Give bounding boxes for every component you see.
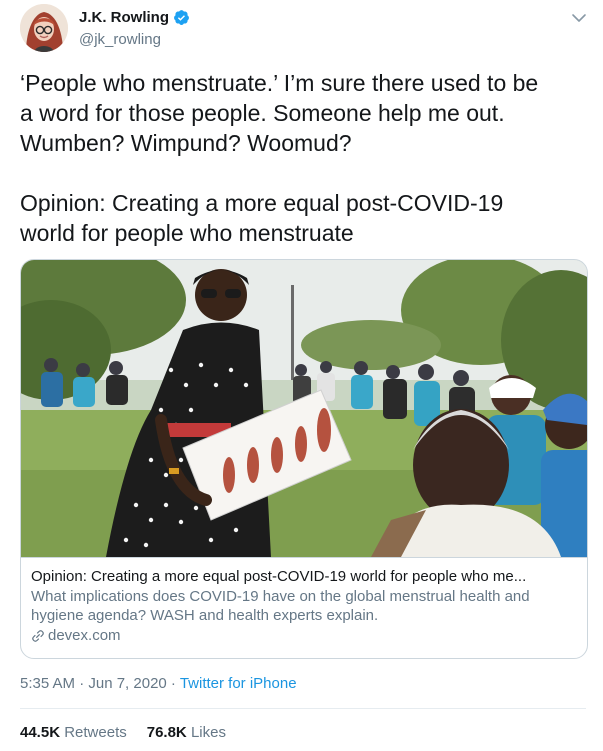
author-avatar[interactable] <box>20 4 68 52</box>
retweets-stat[interactable]: 44.5K Retweets <box>20 724 127 741</box>
card-domain-row[interactable]: devex.com <box>31 626 577 645</box>
likes-label: Likes <box>190 724 226 741</box>
link-icon <box>32 629 44 642</box>
retweets-label: Retweets <box>64 724 127 741</box>
tweet-text: ‘People who menstruate.’ I’m sure there … <box>20 70 539 246</box>
tweet-source-link[interactable]: Twitter for iPhone <box>180 675 297 692</box>
card-body[interactable]: Opinion: Creating a more equal post-COVI… <box>31 567 577 645</box>
author-name[interactable]: J.K. Rowling <box>79 9 169 26</box>
author-handle[interactable]: @jk_rowling <box>79 31 161 48</box>
likes-count: 76.8K <box>146 724 187 741</box>
card-title[interactable]: Opinion: Creating a more equal post-COVI… <box>31 567 577 586</box>
link-card[interactable]: Opinion: Creating a more equal post-COVI… <box>20 259 588 659</box>
card-image[interactable] <box>21 260 587 558</box>
author-name-row[interactable]: J.K. Rowling <box>79 9 190 26</box>
likes-stat[interactable]: 76.8K Likes <box>147 724 226 741</box>
card-domain[interactable]: devex.com <box>48 626 121 645</box>
verified-badge-icon <box>174 10 189 25</box>
tweet: J.K. Rowling @jk_rowling ‘People who men… <box>0 0 603 751</box>
tweet-meta: 5:35 AM · Jun 7, 2020 · Twitter for iPho… <box>20 675 297 692</box>
card-description[interactable]: What implications does COVID-19 have on … <box>31 587 577 625</box>
divider <box>20 708 586 709</box>
tweet-timestamp[interactable]: 5:35 AM · Jun 7, 2020 · <box>20 675 180 692</box>
chevron-down-icon[interactable] <box>571 12 587 24</box>
retweets-count: 44.5K <box>20 724 61 741</box>
tweet-stats: 44.5K Retweets 76.8K Likes <box>20 724 226 741</box>
